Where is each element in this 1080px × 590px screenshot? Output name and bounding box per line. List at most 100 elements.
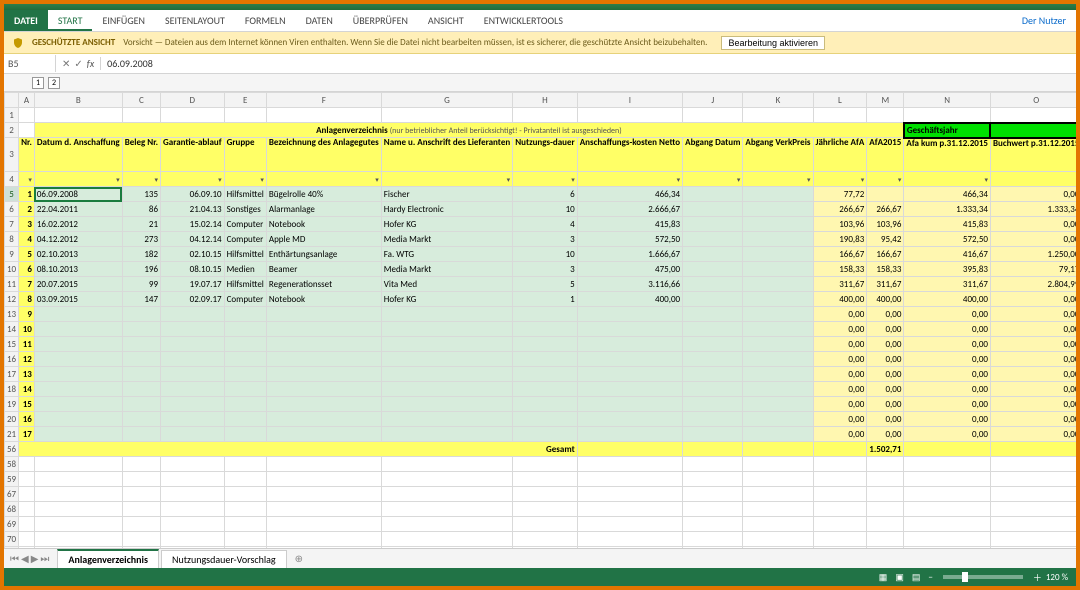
- cell-blank[interactable]: [34, 427, 122, 442]
- cell-zero[interactable]: 0,00: [867, 412, 904, 427]
- cell-zero[interactable]: 0,00: [904, 352, 991, 367]
- cell-blank[interactable]: [990, 472, 1076, 487]
- ribbon-tab-insert[interactable]: EINFÜGEN: [92, 10, 155, 31]
- cell-blank[interactable]: [683, 322, 743, 337]
- cell-zero[interactable]: 0,00: [813, 412, 867, 427]
- cell-nutzungsdauer[interactable]: 3: [513, 232, 578, 247]
- row-head[interactable]: 69: [5, 517, 19, 532]
- cell-jafa[interactable]: 190,83: [813, 232, 867, 247]
- row-head[interactable]: 13: [5, 307, 19, 322]
- cell-blank[interactable]: [161, 337, 225, 352]
- cell-blank[interactable]: [683, 307, 743, 322]
- cell-blank[interactable]: [34, 337, 122, 352]
- cell-blank[interactable]: [224, 532, 266, 547]
- ribbon-tab-formulas[interactable]: FORMELN: [235, 10, 296, 31]
- cell-abgang-preis[interactable]: [743, 232, 813, 247]
- zoom-out-button[interactable]: −: [928, 572, 932, 583]
- cell-blank[interactable]: [813, 472, 867, 487]
- cell-datum[interactable]: 03.09.2015: [34, 292, 122, 307]
- zoom-slider[interactable]: [943, 575, 1023, 579]
- col-head-M[interactable]: M: [867, 93, 904, 108]
- cell-nutzungsdauer[interactable]: 10: [513, 247, 578, 262]
- cell-blank[interactable]: [224, 352, 266, 367]
- cell-kosten[interactable]: 572,50: [577, 232, 682, 247]
- cell-garantie[interactable]: 19.07.17: [161, 277, 225, 292]
- cell-blank[interactable]: [867, 502, 904, 517]
- cell-zero[interactable]: 0,00: [813, 322, 867, 337]
- cell-abgang-preis[interactable]: [743, 247, 813, 262]
- cell-blank[interactable]: [381, 397, 512, 412]
- cell-blank[interactable]: [266, 517, 381, 532]
- row-head[interactable]: 68: [5, 502, 19, 517]
- cell-lieferant[interactable]: Hardy Electronic: [381, 202, 512, 217]
- cell-abgang-datum[interactable]: [683, 232, 743, 247]
- cell-blank[interactable]: [161, 547, 225, 549]
- cell-nutzungsdauer[interactable]: 1: [513, 292, 578, 307]
- cell-blank[interactable]: [743, 322, 813, 337]
- cell-blank[interactable]: [577, 352, 682, 367]
- cell-blank[interactable]: [577, 532, 682, 547]
- cell-zero[interactable]: 0,00: [813, 427, 867, 442]
- cell-blank[interactable]: [577, 322, 682, 337]
- cell-blank[interactable]: [904, 547, 991, 549]
- ribbon-tab-data[interactable]: DATEN: [296, 10, 343, 31]
- cell-lieferant[interactable]: Media Markt: [381, 232, 512, 247]
- cell-afakum[interactable]: 466,34: [904, 187, 991, 202]
- cell-lieferant[interactable]: Fischer: [381, 187, 512, 202]
- cell-blank[interactable]: [513, 457, 578, 472]
- col-head-C[interactable]: C: [122, 93, 160, 108]
- cell-beleg[interactable]: 99: [122, 277, 160, 292]
- cell-blank[interactable]: [224, 412, 266, 427]
- cell-blank[interactable]: [224, 337, 266, 352]
- cell-nr[interactable]: 17: [19, 427, 35, 442]
- cell-zero[interactable]: 0,00: [867, 382, 904, 397]
- row-head[interactable]: 58: [5, 457, 19, 472]
- cell-blank[interactable]: [224, 397, 266, 412]
- cell-kosten[interactable]: 415,83: [577, 217, 682, 232]
- row-head[interactable]: 71: [5, 547, 19, 549]
- cell-afa2015[interactable]: 311,67: [867, 277, 904, 292]
- cell-blank[interactable]: [577, 382, 682, 397]
- cell-zero[interactable]: 0,00: [904, 412, 991, 427]
- view-pagebreak-icon[interactable]: ▤: [912, 572, 921, 583]
- cell-zero[interactable]: 0,00: [813, 352, 867, 367]
- cell-blank[interactable]: [867, 457, 904, 472]
- cell-abgang-datum[interactable]: [683, 187, 743, 202]
- cell-zero[interactable]: 0,00: [813, 367, 867, 382]
- cell-blank[interactable]: [381, 547, 512, 549]
- cell-lieferant[interactable]: Vita Med: [381, 277, 512, 292]
- ribbon-tab-file[interactable]: DATEI: [4, 10, 48, 31]
- cell-blank[interactable]: [19, 472, 35, 487]
- cell-blank[interactable]: [743, 502, 813, 517]
- cell-blank[interactable]: [381, 382, 512, 397]
- cell-blank[interactable]: [224, 547, 266, 549]
- cell-blank[interactable]: [381, 532, 512, 547]
- sheet-nav-next-icon[interactable]: ▶: [31, 552, 39, 565]
- cell-blank[interactable]: [161, 352, 225, 367]
- cell-blank[interactable]: [34, 547, 122, 549]
- cell-blank[interactable]: [904, 502, 991, 517]
- cell-buchwert[interactable]: 2.804,99: [990, 277, 1076, 292]
- cell-blank[interactable]: [743, 487, 813, 502]
- cell-abgang-preis[interactable]: [743, 217, 813, 232]
- zoom-level[interactable]: 120 %: [1046, 572, 1068, 583]
- cell-blank[interactable]: [122, 397, 160, 412]
- cell-zero[interactable]: 0,00: [990, 337, 1076, 352]
- cell-nr[interactable]: 4: [19, 232, 35, 247]
- worksheet[interactable]: ABCDEFGHIJKLMNOPY12Anlagenverzeichnis (n…: [4, 92, 1076, 548]
- cell-blank[interactable]: [577, 337, 682, 352]
- cell-abgang-datum[interactable]: [683, 202, 743, 217]
- cell-nr[interactable]: 16: [19, 412, 35, 427]
- cell-blank[interactable]: [224, 322, 266, 337]
- cell-blank[interactable]: [867, 487, 904, 502]
- cell-blank[interactable]: [683, 532, 743, 547]
- row-head[interactable]: 14: [5, 322, 19, 337]
- cell-blank[interactable]: [224, 472, 266, 487]
- cell-blank[interactable]: [513, 532, 578, 547]
- cell-blank[interactable]: [577, 412, 682, 427]
- cell-afa2015[interactable]: [867, 187, 904, 202]
- signed-in-user[interactable]: Der Nutzer: [1012, 10, 1076, 31]
- fx-icon[interactable]: fx: [87, 57, 94, 70]
- cell-gruppe[interactable]: Hilfsmittel: [224, 277, 266, 292]
- cell-buchwert[interactable]: 0,00: [990, 292, 1076, 307]
